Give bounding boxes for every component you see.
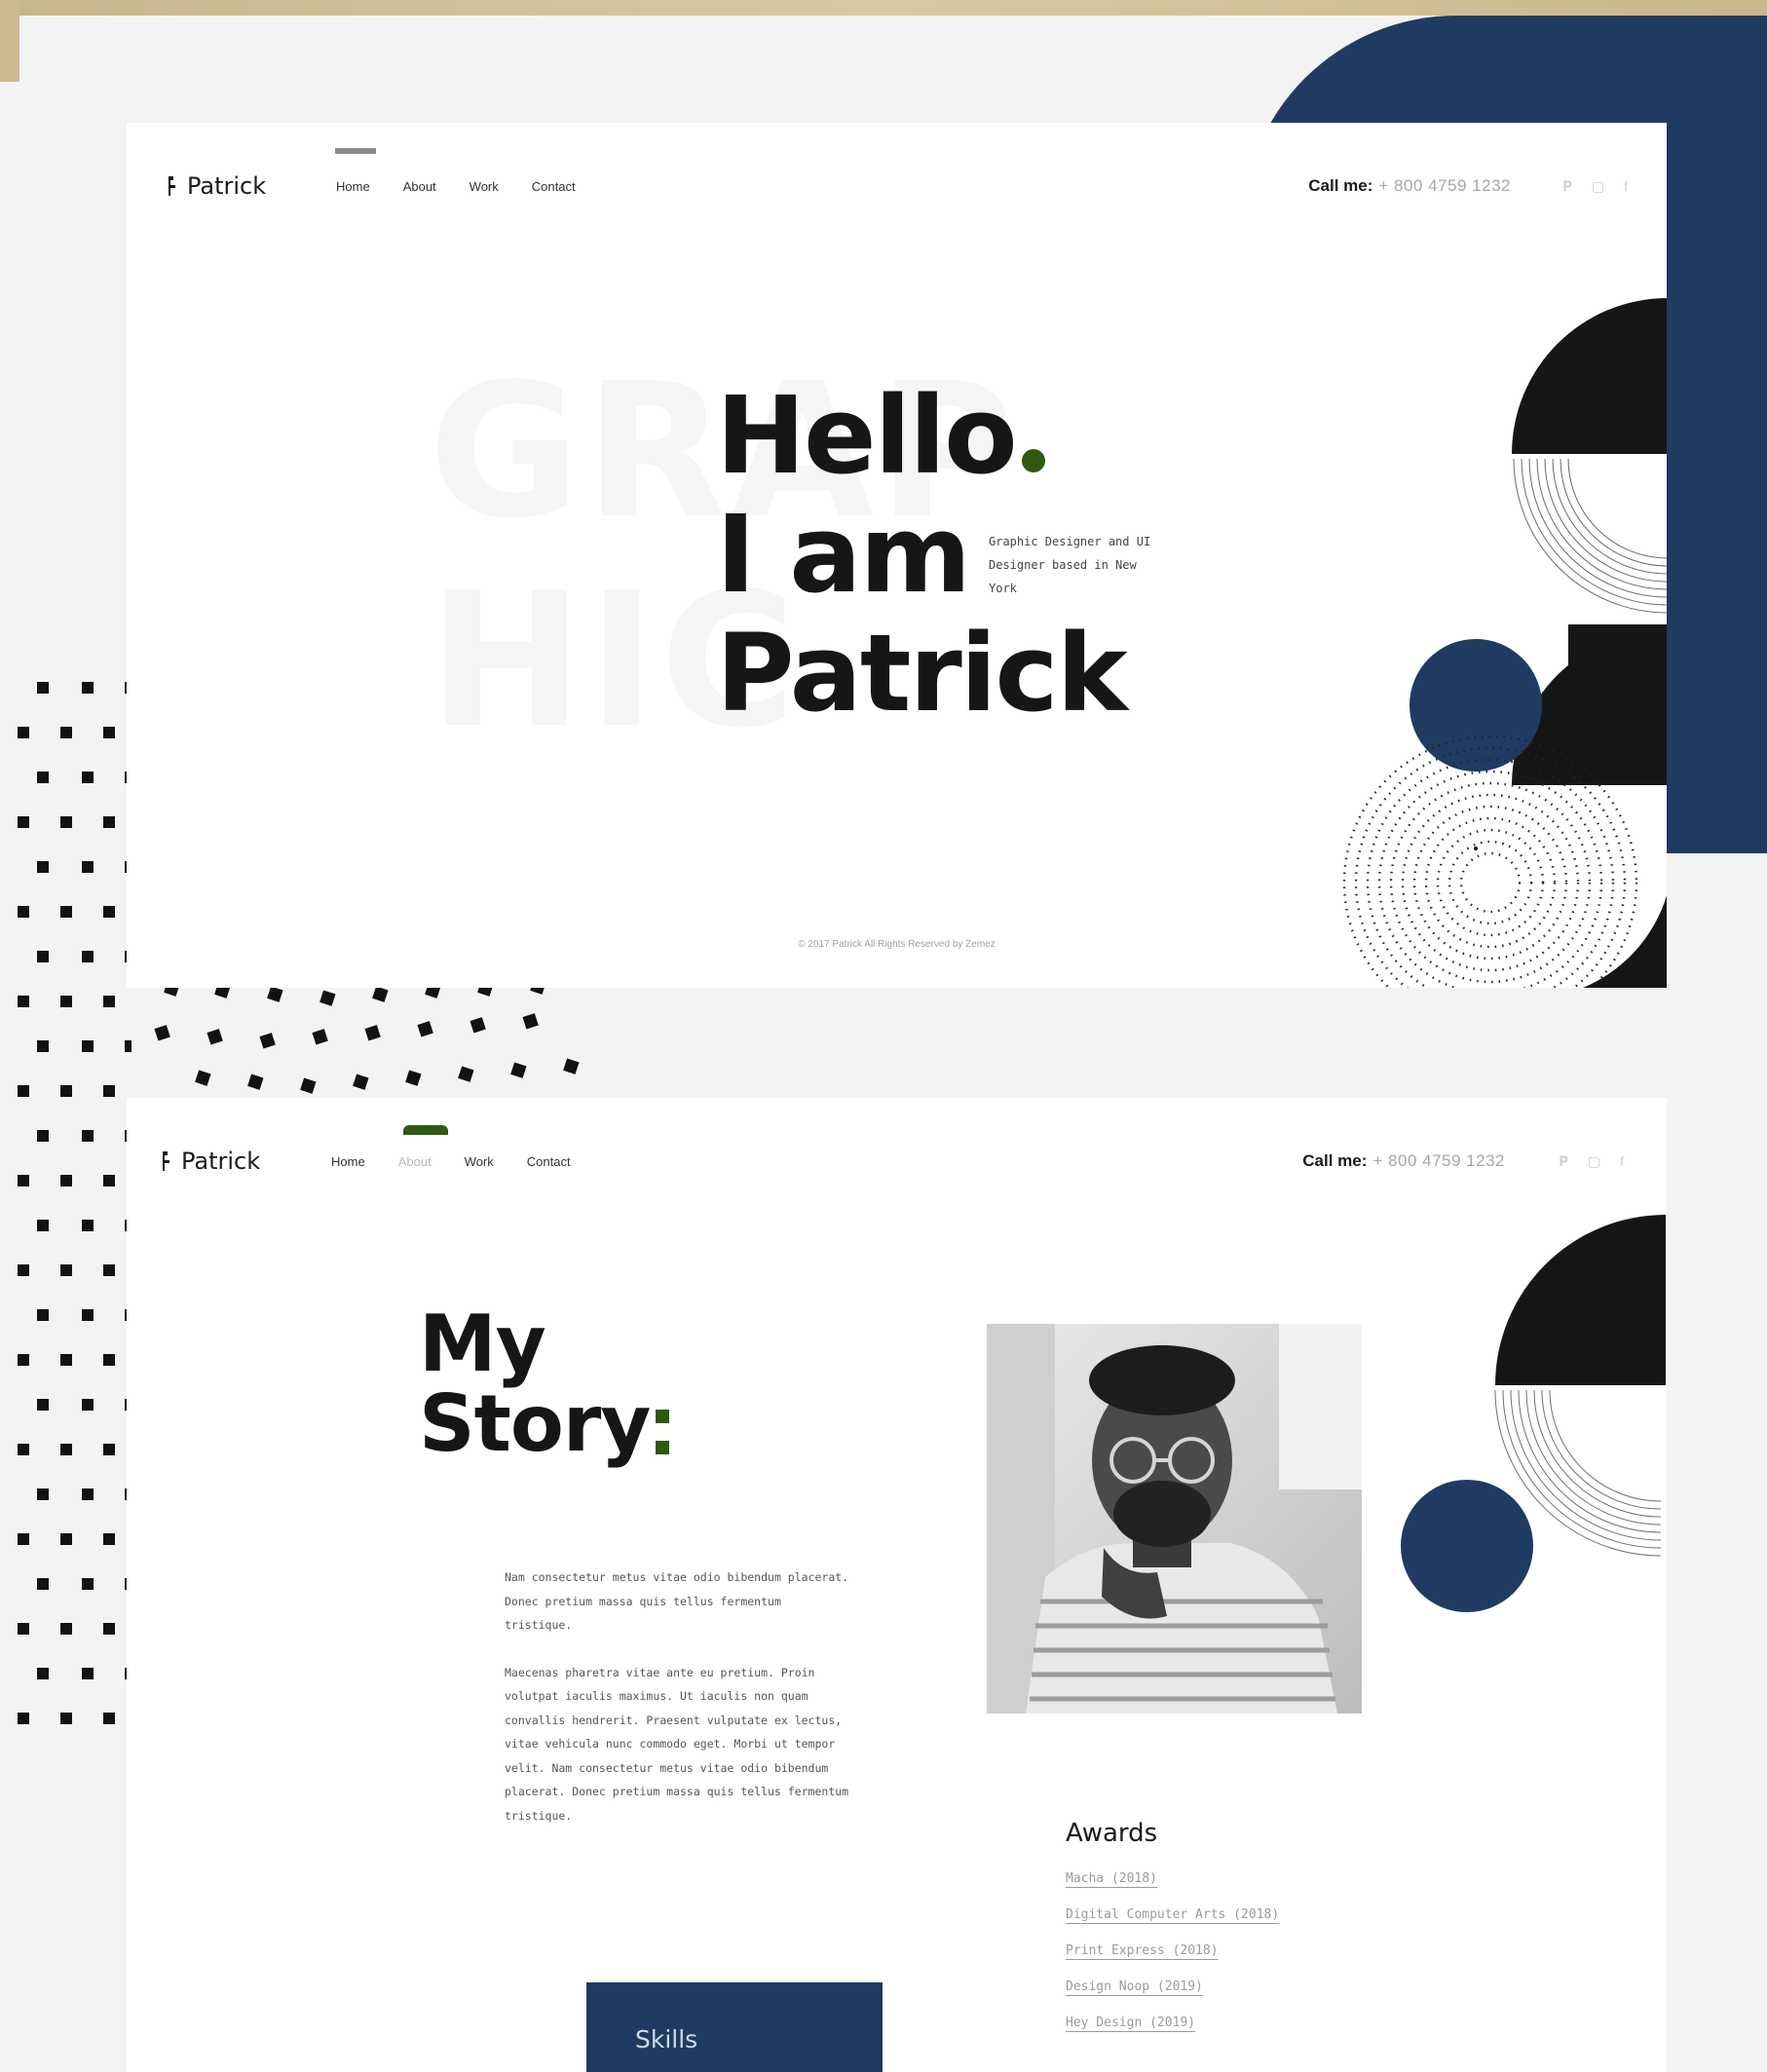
award-item[interactable]: Digital Computer Arts (2018)	[1066, 1907, 1387, 1922]
brand-name-about: Patrick	[181, 1148, 261, 1175]
main-menu: Home About Work Contact	[336, 162, 576, 210]
award-item[interactable]: Hey Design (2019)	[1066, 2015, 1387, 2030]
portrait-illustration	[987, 1324, 1362, 1714]
nav-home[interactable]: Home	[336, 179, 370, 194]
call-me-info: Call me: + 800 4759 1232	[1308, 162, 1511, 210]
hero-line-1: Hello	[716, 376, 1126, 495]
story-title-line-2: Story	[419, 1384, 670, 1464]
call-me-label: Call me:	[1308, 176, 1373, 195]
social-links-about: 𝐏 ▢ f	[1559, 1137, 1624, 1186]
pinterest-icon[interactable]: 𝐏	[1562, 178, 1571, 195]
portrait-photo	[987, 1324, 1362, 1714]
dot-pattern-diagonal	[154, 978, 580, 1094]
award-item[interactable]: Design Noop (2019)	[1066, 1979, 1387, 1994]
dot-pattern-left	[18, 682, 132, 1724]
phone-number-about[interactable]: + 800 4759 1232	[1372, 1151, 1505, 1171]
story-paragraph-1: Nam consectetur metus vitae odio bibendu…	[505, 1570, 849, 1632]
my-story-heading: My Story	[419, 1299, 670, 1464]
top-navigation: Patrick Home About Work Contact Call me:…	[127, 148, 1667, 210]
left-accent-tab	[0, 0, 19, 82]
geometric-shapes-decoration-about	[1401, 1215, 1666, 1612]
awards-heading: Awards	[1066, 1819, 1158, 1848]
call-me-label-about: Call me:	[1302, 1151, 1368, 1170]
brand-logo[interactable]: Patrick	[166, 162, 266, 210]
active-menu-indicator-about	[403, 1125, 448, 1135]
social-links: 𝐏 ▢ f	[1562, 162, 1628, 210]
hero-line-3: Patrick	[716, 611, 1128, 735]
call-me-info-about: Call me: + 800 4759 1232	[1302, 1137, 1505, 1186]
story-body: Nam consectetur metus vitae odio bibendu…	[505, 1565, 855, 1851]
nav-contact[interactable]: Contact	[532, 179, 576, 194]
awards-section: Awards Macha (2018) Digital Computer Art…	[1066, 1819, 1387, 2052]
top-navigation-about: Patrick Home About Work Contact Call me:…	[127, 1125, 1667, 1186]
nav-work-about[interactable]: Work	[465, 1154, 494, 1169]
top-accent-bar	[0, 0, 1767, 16]
awards-list: Macha (2018) Digital Computer Arts (2018…	[1066, 1871, 1387, 2030]
facebook-icon[interactable]: f	[1624, 178, 1628, 194]
green-colon-icon	[656, 1400, 670, 1454]
nav-about-active[interactable]: About	[398, 1154, 432, 1169]
brand-mark-icon	[163, 1151, 169, 1171]
skills-label: Skills	[635, 2025, 698, 2053]
phone-number[interactable]: + 800 4759 1232	[1378, 176, 1511, 196]
hero-subtitle: Graphic Designer and UI Designer based i…	[989, 535, 1151, 595]
home-page-panel: Patrick Home About Work Contact Call me:…	[127, 123, 1667, 988]
brand-logo-about[interactable]: Patrick	[160, 1137, 260, 1186]
story-paragraph-2: Maecenas pharetra vitae ante eu pretium.…	[505, 1665, 849, 1823]
page: Patrick Home About Work Contact Call me:…	[0, 0, 1767, 2072]
nav-contact-about[interactable]: Contact	[527, 1154, 571, 1169]
about-page-panel: Patrick Home About Work Contact Call me:…	[127, 1098, 1667, 2072]
pinterest-icon[interactable]: 𝐏	[1559, 1153, 1567, 1170]
award-item[interactable]: Print Express (2018)	[1066, 1943, 1387, 1958]
instagram-icon[interactable]: ▢	[1588, 1153, 1600, 1170]
geometric-shapes-decoration	[1342, 298, 1667, 988]
instagram-icon[interactable]: ▢	[1592, 178, 1604, 195]
award-item[interactable]: Macha (2018)	[1066, 1871, 1387, 1886]
brand-mark-icon	[169, 176, 175, 196]
active-menu-indicator	[335, 148, 376, 154]
facebook-icon[interactable]: f	[1620, 1153, 1624, 1169]
green-dot-icon	[1021, 449, 1045, 472]
brand-name: Patrick	[187, 172, 267, 200]
main-menu-about: Home About Work Contact	[331, 1137, 571, 1186]
nav-about[interactable]: About	[403, 179, 436, 194]
skills-card[interactable]: Skills	[586, 1982, 883, 2072]
story-title-line-1: My	[419, 1299, 546, 1389]
nav-work[interactable]: Work	[470, 179, 499, 194]
nav-home-about[interactable]: Home	[331, 1154, 365, 1169]
